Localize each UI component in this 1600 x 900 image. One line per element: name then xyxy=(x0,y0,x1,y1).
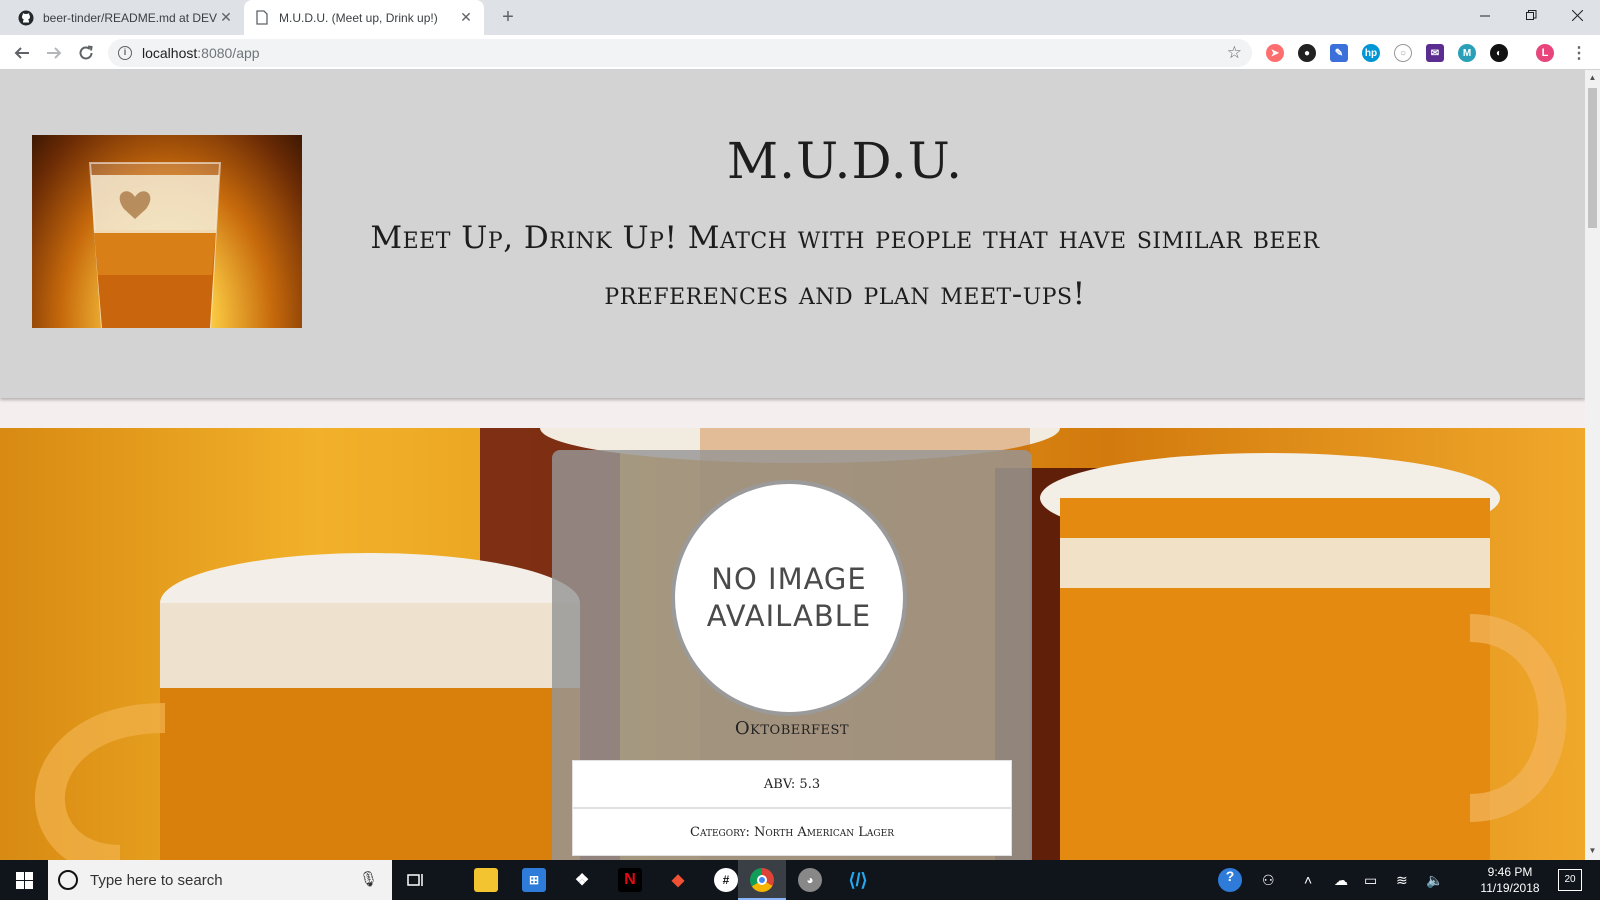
site-info-icon[interactable]: i xyxy=(118,46,132,60)
tab-close-icon[interactable]: ✕ xyxy=(458,9,474,26)
tab-close-icon[interactable]: ✕ xyxy=(218,9,234,26)
extension-dark-icon[interactable]: ◐ xyxy=(1490,44,1508,62)
task-view-icon[interactable] xyxy=(404,868,428,892)
scrollbar-thumb[interactable] xyxy=(1588,88,1597,228)
people-icon[interactable]: ⚇ xyxy=(1262,872,1275,889)
store-icon[interactable]: ⊞ xyxy=(522,868,546,892)
close-window-button[interactable] xyxy=(1554,0,1600,30)
netflix-icon[interactable]: N xyxy=(618,868,642,892)
github-desktop-icon[interactable]: ◕ xyxy=(798,868,822,892)
beer-category: Category: North American Lager xyxy=(572,808,1012,856)
page-viewport: M.U.D.U. Meet Up, Drink Up! Match with p… xyxy=(0,70,1585,860)
beer-card: NO IMAGE AVAILABLE Oktoberfest ABV: 5.3 … xyxy=(552,450,1032,860)
cortana-icon xyxy=(58,870,78,890)
extension-camera-icon[interactable]: ● xyxy=(1298,44,1316,62)
placeholder-text-line-2: AVAILABLE xyxy=(706,599,872,633)
url-host: localhost xyxy=(142,45,198,61)
volume-icon[interactable]: 🔈 xyxy=(1426,872,1443,889)
browser-toolbar: i localhost:8080/app ☆ ➤ ● ✎ hp ○ ✉ M ◐ … xyxy=(0,35,1600,70)
extension-share-icon[interactable]: ➤ xyxy=(1266,44,1284,62)
site-header: M.U.D.U. Meet Up, Drink Up! Match with p… xyxy=(0,70,1585,398)
document-icon xyxy=(254,10,270,26)
site-tagline: Meet Up, Drink Up! Match with people tha… xyxy=(370,220,1320,312)
vscode-icon[interactable]: ⟨/⟩ xyxy=(846,868,870,892)
minimize-button[interactable] xyxy=(1462,0,1508,30)
help-icon[interactable]: ? xyxy=(1218,868,1242,892)
battery-icon[interactable]: ▭ xyxy=(1364,872,1377,889)
clock-time: 9:46 PM xyxy=(1487,865,1533,879)
extension-m-icon[interactable]: M xyxy=(1458,44,1476,62)
microphone-icon[interactable]: 🎙 xyxy=(359,870,378,888)
taskbar-clock[interactable]: 9:46 PM 11/19/2018 xyxy=(1470,864,1550,896)
onedrive-cloud-icon[interactable]: ☁ xyxy=(1334,872,1348,889)
chrome-icon[interactable] xyxy=(750,868,774,892)
extension-hp-icon[interactable]: hp xyxy=(1362,44,1380,62)
browser-tab-strip: beer-tinder/README.md at DEV ✕ M.U.D.U. … xyxy=(0,0,1600,35)
notification-count: 20 xyxy=(1564,874,1576,885)
reload-button[interactable] xyxy=(72,39,100,67)
beer-abv: ABV: 5.3 xyxy=(572,760,1012,808)
taskbar-search-box[interactable]: Type here to search 🎙 xyxy=(48,860,392,900)
tab-title: M.U.D.U. (Meet up, Drink up!) xyxy=(279,10,438,25)
beer-glass-logo xyxy=(32,135,302,328)
git-icon[interactable]: ◆ xyxy=(666,868,690,892)
slack-icon[interactable]: # xyxy=(714,868,738,892)
profile-avatar[interactable]: L xyxy=(1536,44,1554,62)
browser-menu-icon[interactable]: ⋮ xyxy=(1570,44,1588,62)
wifi-icon[interactable]: ≋ xyxy=(1396,872,1408,889)
forward-button[interactable] xyxy=(40,39,68,67)
address-bar[interactable]: i localhost:8080/app ☆ xyxy=(108,39,1252,67)
windows-logo-icon xyxy=(15,871,33,889)
action-center-icon[interactable]: 20 xyxy=(1558,869,1582,891)
github-icon xyxy=(18,10,34,26)
start-button[interactable] xyxy=(0,860,48,900)
url-path: :8080/app xyxy=(197,45,260,61)
scroll-down-arrow-icon[interactable]: ▼ xyxy=(1585,846,1600,855)
back-button[interactable] xyxy=(8,39,36,67)
restore-button[interactable] xyxy=(1508,0,1554,30)
site-title: M.U.D.U. xyxy=(726,132,964,190)
beer-name: Oktoberfest xyxy=(734,718,850,739)
extension-mail-icon[interactable]: ✉ xyxy=(1426,44,1444,62)
page-scrollbar[interactable]: ▲ ▼ xyxy=(1585,70,1600,860)
windows-taskbar: Type here to search 🎙 ⊞ ❖ N ◆ # ◕ ⟨/⟩ ? … xyxy=(0,860,1600,900)
bookmark-star-icon[interactable]: ☆ xyxy=(1227,43,1242,63)
search-placeholder: Type here to search xyxy=(90,871,223,889)
scroll-up-arrow-icon[interactable]: ▲ xyxy=(1585,73,1600,82)
dropbox-icon[interactable]: ❖ xyxy=(570,868,594,892)
beer-image-placeholder: NO IMAGE AVAILABLE xyxy=(671,480,907,716)
show-hidden-icons-chevron-icon[interactable]: ˄ xyxy=(1304,872,1312,888)
clock-date: 11/19/2018 xyxy=(1480,881,1540,895)
extension-pen-icon[interactable]: ✎ xyxy=(1330,44,1348,62)
extension-circle-icon[interactable]: ○ xyxy=(1394,44,1412,62)
new-tab-button[interactable]: + xyxy=(496,6,520,30)
file-explorer-icon[interactable] xyxy=(474,868,498,892)
tab-github-readme[interactable]: beer-tinder/README.md at DEV ✕ xyxy=(8,0,244,35)
placeholder-text-line-1: NO IMAGE xyxy=(711,562,867,596)
tab-mudu[interactable]: M.U.D.U. (Meet up, Drink up!) ✕ xyxy=(244,0,484,35)
tab-title: beer-tinder/README.md at DEV xyxy=(43,10,218,25)
